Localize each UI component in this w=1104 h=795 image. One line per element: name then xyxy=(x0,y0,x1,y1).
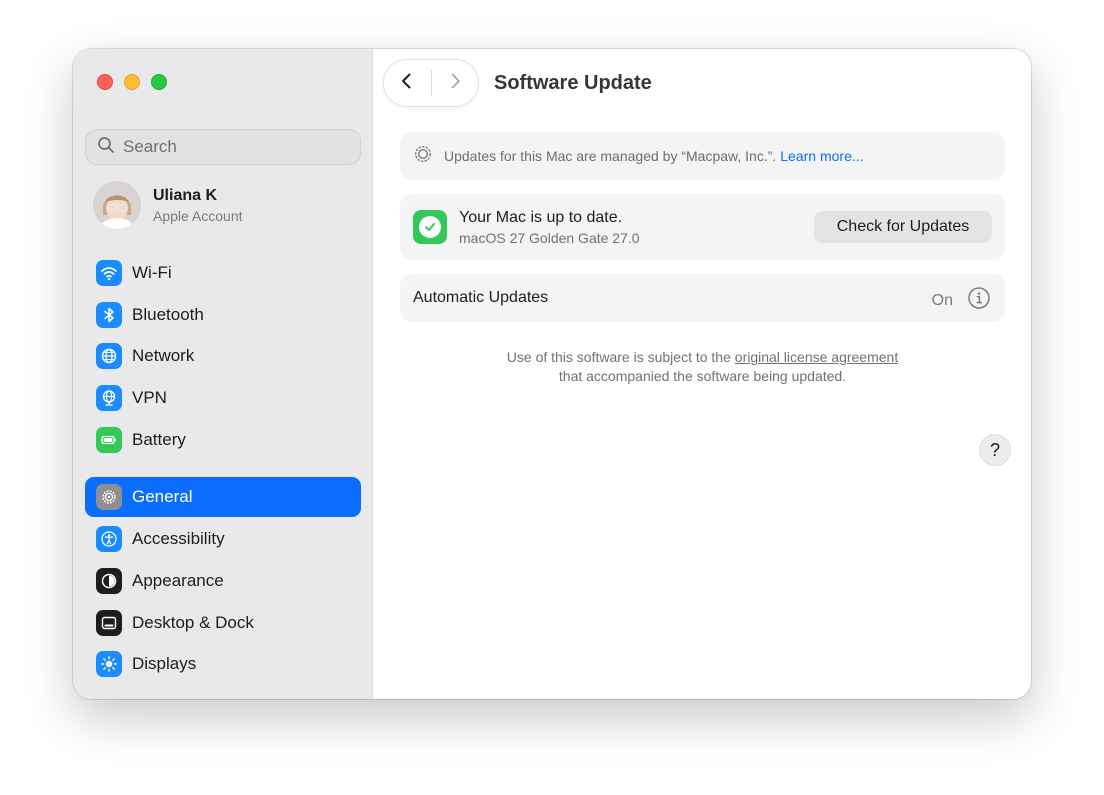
status-title: Your Mac is up to date. xyxy=(459,208,623,226)
gear-icon xyxy=(413,144,433,169)
window-controls xyxy=(97,74,167,90)
sidebar-item-label: Wi-Fi xyxy=(132,263,172,282)
sidebar-item-displays[interactable]: Displays xyxy=(85,644,361,684)
license-prefix: Use of this software is subject to the xyxy=(506,349,735,365)
page-title: Software Update xyxy=(494,72,652,94)
minimize-button[interactable] xyxy=(124,74,140,90)
sidebar-item-vpn[interactable]: VPN xyxy=(85,378,361,418)
back-button[interactable] xyxy=(384,60,431,106)
sidebar-item-label: Displays xyxy=(132,654,197,674)
account-subtitle: Apple Account xyxy=(153,207,243,224)
gear-icon xyxy=(96,484,122,511)
sidebar-item-battery[interactable]: Battery xyxy=(85,420,361,460)
battery-icon xyxy=(96,426,122,453)
sidebar-item-network[interactable]: Network xyxy=(85,336,361,376)
settings-window: Uliana K Apple Account Wi-Fi Bluetooth xyxy=(73,49,1031,699)
license-notice: Use of this software is subject to the o… xyxy=(400,348,1005,386)
sidebar-item-label: General xyxy=(132,487,193,507)
zoom-button[interactable] xyxy=(151,74,167,90)
sidebar-item-wifi[interactable]: Wi-Fi xyxy=(85,253,361,293)
sidebar-item-accessibility[interactable]: Accessibility xyxy=(85,519,361,559)
automatic-updates-row[interactable]: Automatic Updates On xyxy=(400,274,1005,322)
wifi-icon xyxy=(96,260,122,286)
history-navigation xyxy=(383,59,479,107)
sun-icon xyxy=(96,651,122,678)
update-status-card: Your Mac is up to date. macOS 27 Golden … xyxy=(400,194,1005,260)
search-icon xyxy=(97,136,115,159)
close-button[interactable] xyxy=(97,74,113,90)
help-button[interactable]: ? xyxy=(979,434,1011,466)
sidebar-item-label: Accessibility xyxy=(132,529,225,549)
sidebar-item-bluetooth[interactable]: Bluetooth xyxy=(85,295,361,335)
sidebar: Uliana K Apple Account Wi-Fi Bluetooth xyxy=(73,49,373,699)
appearance-icon xyxy=(96,567,122,594)
automatic-updates-label: Automatic Updates xyxy=(413,289,549,306)
checkmark-icon xyxy=(413,210,447,244)
sidebar-item-label: Desktop & Dock xyxy=(132,612,254,632)
vpn-globe-icon xyxy=(96,385,122,412)
main-content: Software Update Updates for this Mac are… xyxy=(373,49,1031,699)
bluetooth-icon xyxy=(96,301,122,328)
dock-icon xyxy=(96,609,122,636)
accessibility-icon xyxy=(96,526,122,553)
avatar xyxy=(93,181,141,229)
account-name: Uliana K xyxy=(153,186,218,204)
learn-more-link[interactable]: Learn more... xyxy=(780,148,863,164)
sidebar-item-appearance[interactable]: Appearance xyxy=(85,561,361,601)
sidebar-item-desktop-dock[interactable]: Desktop & Dock xyxy=(85,603,361,643)
chevron-right-icon xyxy=(446,72,464,95)
sidebar-item-general[interactable]: General xyxy=(85,477,361,518)
automatic-updates-value: On xyxy=(931,291,953,309)
sidebar-item-label: Bluetooth xyxy=(132,304,204,324)
sidebar-item-label: Network xyxy=(132,346,195,366)
check-for-updates-button[interactable]: Check for Updates xyxy=(814,211,992,243)
sidebar-item-label: Battery xyxy=(132,429,186,449)
search-field[interactable] xyxy=(85,129,361,165)
forward-button[interactable] xyxy=(431,60,478,106)
os-version: macOS 27 Golden Gate 27.0 xyxy=(459,229,640,246)
managed-notice: Updates for this Mac are managed by “Mac… xyxy=(400,132,1005,180)
globe-icon xyxy=(96,343,122,370)
license-agreement-link[interactable]: original license agreement xyxy=(735,349,898,365)
sidebar-item-label: VPN xyxy=(132,388,167,408)
sidebar-item-label: Appearance xyxy=(132,570,224,590)
apple-account[interactable]: Uliana K Apple Account xyxy=(93,181,243,229)
chevron-left-icon xyxy=(398,72,416,95)
managed-text: Updates for this Mac are managed by “Mac… xyxy=(444,148,777,164)
license-suffix: that accompanied the software being upda… xyxy=(558,368,847,384)
search-input[interactable] xyxy=(123,137,343,157)
info-icon[interactable] xyxy=(967,286,991,315)
sidebar-nav: Wi-Fi Bluetooth Network VPN Battery Gene… xyxy=(85,253,361,686)
